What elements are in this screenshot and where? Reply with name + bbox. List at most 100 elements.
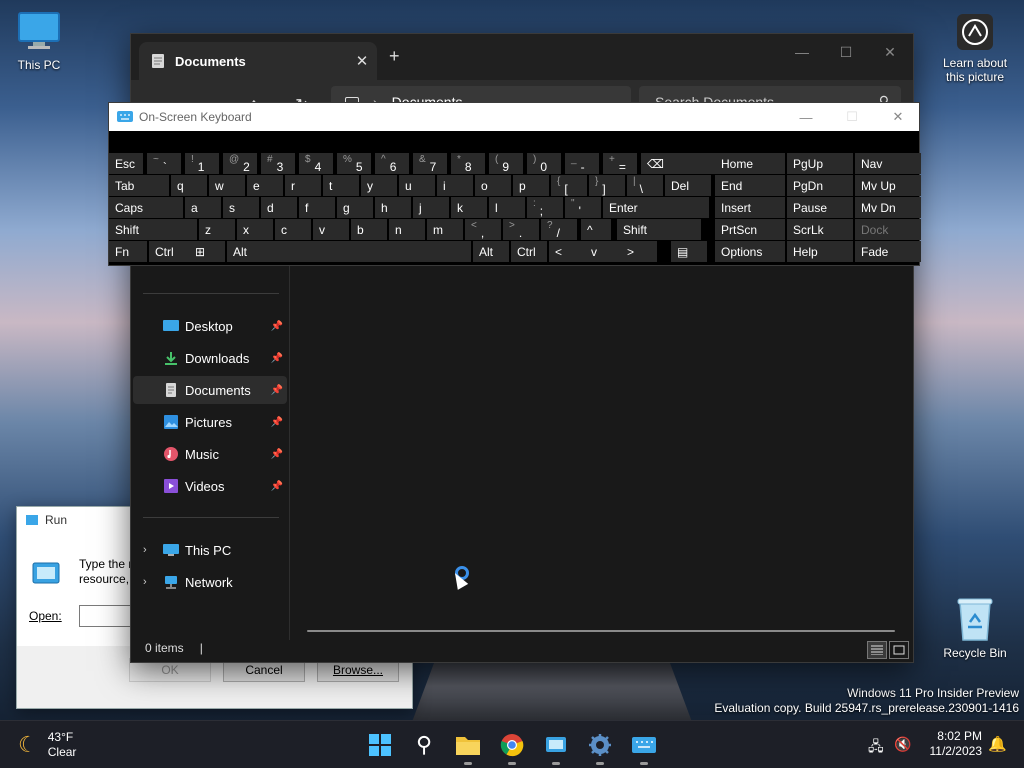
- osk-key[interactable]: Esc: [109, 153, 143, 174]
- osk-key[interactable]: Alt: [473, 241, 509, 262]
- osk-key[interactable]: Home: [715, 153, 785, 174]
- pin-icon[interactable]: 📌: [271, 321, 283, 332]
- pin-icon[interactable]: 📌: [271, 481, 283, 492]
- osk-key[interactable]: Tab: [109, 175, 169, 196]
- new-tab-button[interactable]: +: [389, 46, 400, 67]
- osk-key[interactable]: PgDn: [787, 175, 853, 196]
- osk-key[interactable]: Fade: [855, 241, 921, 262]
- osk-key[interactable]: #3: [261, 153, 295, 174]
- run-taskbar-icon[interactable]: [541, 730, 571, 765]
- osk-key[interactable]: v: [313, 219, 349, 240]
- sidebar-item-documents[interactable]: Documents 📌: [133, 376, 287, 404]
- osk-key[interactable]: h: [375, 197, 411, 218]
- osk-key[interactable]: q: [171, 175, 207, 196]
- osk-key[interactable]: g: [337, 197, 373, 218]
- osk-key[interactable]: a: [185, 197, 221, 218]
- sidebar-item-pictures[interactable]: Pictures 📌: [133, 408, 287, 436]
- osk-key[interactable]: f: [299, 197, 335, 218]
- pin-icon[interactable]: 📌: [271, 353, 283, 364]
- osk-key[interactable]: * 8: [451, 153, 485, 174]
- pin-icon[interactable]: 📌: [271, 449, 283, 460]
- osk-key[interactable]: PgUp: [787, 153, 853, 174]
- notification-bell-icon[interactable]: 🔔: [988, 735, 1007, 753]
- pin-icon[interactable]: 📌: [271, 417, 283, 428]
- osk-key[interactable]: ^: [581, 219, 611, 240]
- osk-key[interactable]: ~ `: [147, 153, 181, 174]
- close-icon[interactable]: ✕: [867, 38, 913, 66]
- clock[interactable]: 8:02 PM 11/2/2023: [922, 729, 983, 759]
- osk-key[interactable]: p: [513, 175, 549, 196]
- osk-key[interactable]: Nav: [855, 153, 921, 174]
- desktop-icon-learn-picture[interactable]: Learn about this picture: [938, 12, 1012, 84]
- osk-key[interactable]: % 5: [337, 153, 371, 174]
- tiles-view-icon[interactable]: [889, 641, 909, 659]
- osk-key[interactable]: Enter: [603, 197, 709, 218]
- tab-documents[interactable]: Documents ✕: [139, 42, 377, 80]
- sidebar-item-videos[interactable]: Videos 📌: [133, 472, 287, 500]
- osk-key[interactable]: w: [209, 175, 245, 196]
- weather-widget[interactable]: ☾ 43°F Clear: [18, 730, 76, 760]
- minimize-icon[interactable]: —: [779, 38, 825, 66]
- settings-taskbar-icon[interactable]: [585, 730, 615, 765]
- file-explorer-taskbar-icon[interactable]: [453, 730, 483, 765]
- osk-key[interactable]: k: [451, 197, 487, 218]
- osk-key[interactable]: b: [351, 219, 387, 240]
- osk-key[interactable]: :;: [527, 197, 563, 218]
- osk-key[interactable]: x: [237, 219, 273, 240]
- osk-key[interactable]: }]: [589, 175, 625, 196]
- osk-key[interactable]: ScrLk: [787, 219, 853, 240]
- osk-key[interactable]: c: [275, 219, 311, 240]
- osk-key[interactable]: y: [361, 175, 397, 196]
- osk-key[interactable]: | \: [627, 175, 663, 196]
- osk-key[interactable]: Options: [715, 241, 785, 262]
- osk-key[interactable]: <: [549, 241, 585, 262]
- osk-key[interactable]: l: [489, 197, 525, 218]
- osk-key[interactable]: ) 0: [527, 153, 561, 174]
- osk-key[interactable]: $4: [299, 153, 333, 174]
- osk-key[interactable]: e: [247, 175, 283, 196]
- osk-key[interactable]: Insert: [715, 197, 785, 218]
- osk-key[interactable]: n: [389, 219, 425, 240]
- osk-title-bar[interactable]: On-Screen Keyboard — ☐ ✕: [109, 103, 919, 131]
- osk-key[interactable]: Fn: [109, 241, 147, 262]
- sidebar-item-network[interactable]: › Network: [133, 568, 287, 596]
- osk-key[interactable]: " ': [565, 197, 601, 218]
- osk-key[interactable]: ⌫: [641, 153, 717, 174]
- start-button[interactable]: [365, 730, 395, 760]
- osk-key[interactable]: u: [399, 175, 435, 196]
- pane-splitter[interactable]: [289, 254, 290, 640]
- sidebar-item-music[interactable]: Music 📌: [133, 440, 287, 468]
- chevron-right-icon[interactable]: ›: [143, 544, 147, 556]
- osk-key[interactable]: Shift: [109, 219, 197, 240]
- osk-key[interactable]: v: [585, 241, 621, 262]
- osk-key[interactable]: @2: [223, 153, 257, 174]
- osk-key[interactable]: + =: [603, 153, 637, 174]
- network-status-icon[interactable]: 🖧: [868, 736, 884, 760]
- chrome-taskbar-icon[interactable]: [497, 730, 527, 765]
- desktop-icon-this-pc[interactable]: This PC: [2, 10, 76, 72]
- osk-key[interactable]: m: [427, 219, 463, 240]
- osk-key[interactable]: r: [285, 175, 321, 196]
- horizontal-scrollbar[interactable]: [307, 630, 895, 632]
- osk-key[interactable]: o: [475, 175, 511, 196]
- sidebar-item-this-pc[interactable]: › This PC: [133, 536, 287, 564]
- osk-key[interactable]: Ctrl: [511, 241, 547, 262]
- osk-key[interactable]: Caps: [109, 197, 183, 218]
- details-view-icon[interactable]: [867, 641, 887, 659]
- osk-key[interactable]: ^ 6: [375, 153, 409, 174]
- search-icon[interactable]: ⚲: [409, 730, 439, 760]
- osk-key[interactable]: PrtScn: [715, 219, 785, 240]
- chevron-right-icon[interactable]: ›: [143, 576, 147, 588]
- osk-key[interactable]: _ -: [565, 153, 599, 174]
- pin-icon[interactable]: 📌: [271, 385, 283, 396]
- osk-key[interactable]: s: [223, 197, 259, 218]
- desktop-icon-recycle-bin[interactable]: Recycle Bin: [938, 596, 1012, 660]
- osk-key[interactable]: {[: [551, 175, 587, 196]
- osk-key[interactable]: z: [199, 219, 235, 240]
- osk-key[interactable]: i: [437, 175, 473, 196]
- osk-key[interactable]: Mv Dn: [855, 197, 921, 218]
- sidebar-item-downloads[interactable]: Downloads 📌: [133, 344, 287, 372]
- osk-key[interactable]: d: [261, 197, 297, 218]
- osk-key[interactable]: End: [715, 175, 785, 196]
- osk-key[interactable]: Mv Up: [855, 175, 921, 196]
